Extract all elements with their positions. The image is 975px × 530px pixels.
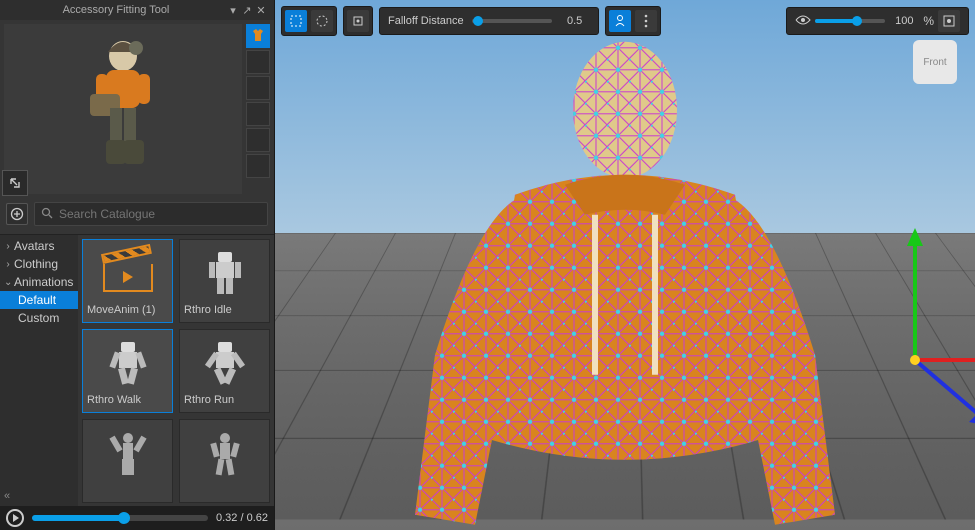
- viewport[interactable]: Falloff Distance 0.5 100 % Fro: [275, 0, 975, 530]
- animation-thumb-rthro-run[interactable]: Rthro Run: [179, 329, 270, 413]
- select-mode-group: [281, 6, 337, 36]
- thumb-label: Rthro Run: [184, 394, 265, 408]
- animation-grid: MoveAnim (1) Rthro Idle Rthro Walk Rthro…: [78, 235, 274, 506]
- tree-label: Clothing: [14, 257, 58, 271]
- visibility-icon[interactable]: [795, 14, 811, 29]
- pivot-button[interactable]: [347, 10, 369, 32]
- tree-label: Default: [18, 293, 56, 307]
- app-root: Accessory Fitting Tool ▾ ↗ ✕: [0, 0, 975, 530]
- animation-thumb-moveanim[interactable]: MoveAnim (1): [82, 239, 173, 323]
- slider-knob[interactable]: [852, 16, 862, 26]
- search-box[interactable]: [34, 202, 268, 226]
- timeline-knob[interactable]: [118, 512, 130, 524]
- silhouette-icon: [108, 430, 148, 478]
- falloff-slider[interactable]: [472, 19, 552, 23]
- preview-character: [68, 34, 178, 184]
- animation-thumb-5[interactable]: [82, 419, 173, 503]
- timeline-slider[interactable]: [32, 515, 208, 521]
- tree-item-avatars[interactable]: ›Avatars: [0, 237, 78, 255]
- chevron-down-icon: ⌄: [4, 277, 12, 288]
- search-row: [0, 194, 274, 234]
- add-button[interactable]: [6, 203, 28, 225]
- thumb-label: Rthro Walk: [87, 394, 168, 408]
- zoom-slider[interactable]: [815, 19, 885, 23]
- zoom-group: 100 %: [786, 7, 969, 35]
- thumb-label: [87, 484, 168, 498]
- view-cube-face: Front: [923, 57, 946, 68]
- falloff-slider-group: Falloff Distance 0.5: [379, 7, 599, 35]
- humanoid-icon: [207, 252, 243, 296]
- panel-title: Accessory Fitting Tool: [6, 4, 226, 16]
- mannequin-preview[interactable]: [4, 24, 242, 194]
- tool-slot-5[interactable]: [246, 128, 270, 152]
- accessory-fitting-panel: Accessory Fitting Tool ▾ ↗ ✕: [0, 0, 275, 530]
- thumb-label: Rthro Idle: [184, 304, 265, 318]
- chevron-right-icon: ›: [4, 259, 12, 270]
- tree-item-default[interactable]: Default: [0, 291, 78, 309]
- playback-bar: 0.32 / 0.62: [0, 506, 274, 530]
- chevron-right-icon: ›: [4, 241, 12, 252]
- chevron-down-icon[interactable]: ▾: [226, 3, 240, 17]
- collapse-tree-button[interactable]: «: [4, 490, 10, 502]
- category-tree: ›Avatars ›Clothing ⌄Animations Default C…: [0, 235, 78, 506]
- tree-item-clothing[interactable]: ›Clothing: [0, 255, 78, 273]
- tree-label: Custom: [18, 311, 59, 325]
- slider-fill: [815, 19, 857, 23]
- pivot-group: [343, 6, 373, 36]
- panel-header: Accessory Fitting Tool ▾ ↗ ✕: [0, 0, 274, 20]
- play-button[interactable]: [6, 509, 24, 527]
- more-button[interactable]: [635, 10, 657, 32]
- clothing-tool-button[interactable]: [246, 24, 270, 48]
- catalogue-row: ›Avatars ›Clothing ⌄Animations Default C…: [0, 234, 274, 506]
- cage-toggle-button[interactable]: [609, 10, 631, 32]
- humanoid-icon: [110, 342, 146, 386]
- humanoid-icon: [207, 342, 243, 386]
- thumb-label: [184, 484, 265, 498]
- animation-thumb-rthro-idle[interactable]: Rthro Idle: [179, 239, 270, 323]
- avatar-mesh[interactable]: [365, 15, 885, 530]
- animation-thumb-rthro-walk[interactable]: Rthro Walk: [82, 329, 173, 413]
- frame-button[interactable]: [938, 10, 960, 32]
- lasso-mode-button[interactable]: [311, 10, 333, 32]
- tree-label: Animations: [14, 275, 73, 289]
- zoom-value: 100: [889, 15, 919, 27]
- move-gizmo[interactable]: [835, 220, 975, 443]
- falloff-value: 0.5: [560, 15, 590, 27]
- thumb-label: MoveAnim (1): [87, 304, 168, 318]
- tree-item-animations[interactable]: ⌄Animations: [0, 273, 78, 291]
- viewport-toolbar: Falloff Distance 0.5 100 %: [281, 6, 969, 36]
- animation-thumb-6[interactable]: [179, 419, 270, 503]
- slider-knob[interactable]: [473, 16, 483, 26]
- undock-icon[interactable]: ↗: [240, 3, 254, 17]
- search-input[interactable]: [59, 207, 261, 221]
- tool-slot-4[interactable]: [246, 102, 270, 126]
- preview-row: [0, 20, 274, 194]
- tree-label: Avatars: [14, 239, 54, 253]
- cage-group: [605, 6, 661, 36]
- clapperboard-icon: [103, 254, 153, 294]
- tool-slot-2[interactable]: [246, 50, 270, 74]
- zoom-unit: %: [923, 14, 934, 28]
- search-icon: [41, 207, 53, 222]
- preview-tool-column: [246, 24, 270, 194]
- falloff-label: Falloff Distance: [388, 15, 464, 27]
- play-icon: [13, 514, 19, 522]
- close-icon[interactable]: ✕: [254, 3, 268, 17]
- tool-slot-6[interactable]: [246, 154, 270, 178]
- view-cube[interactable]: Front: [913, 40, 957, 84]
- timeline-fill: [32, 515, 124, 521]
- time-label: 0.32 / 0.62: [216, 512, 268, 524]
- silhouette-icon: [205, 430, 245, 478]
- select-mode-button[interactable]: [285, 10, 307, 32]
- tree-item-custom[interactable]: Custom: [0, 309, 78, 327]
- tool-slot-3[interactable]: [246, 76, 270, 100]
- popout-preview-button[interactable]: [2, 170, 28, 196]
